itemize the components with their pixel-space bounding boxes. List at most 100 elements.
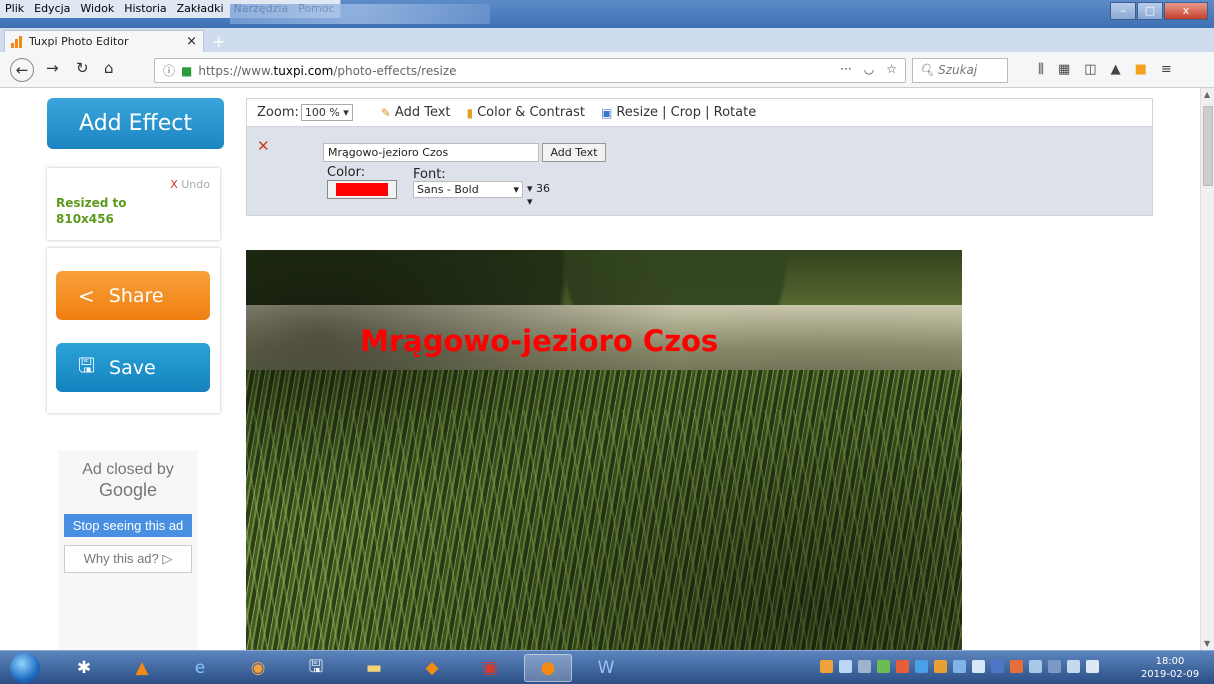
font-label: Font: [413,167,446,182]
tab-close-icon[interactable]: × [186,34,197,49]
tray-icon-4[interactable] [877,660,890,673]
start-button-icon[interactable] [10,653,40,683]
taskbar-apps: ✱ ▲ e ◉ 🖫 ▬ ◆ ▣ ● W [60,654,630,682]
menu-widok[interactable]: Widok [75,0,119,18]
tray-icon-1[interactable] [820,660,833,673]
home-icon[interactable]: ⌂ [104,59,114,77]
addon-icon[interactable]: ■ [1135,62,1147,77]
edit-toolbar: Zoom: 100 % ▾ ✎ Add Text ▮ Color & Contras… [247,99,1152,127]
reload-icon[interactable]: ↻ [76,59,89,77]
window-titlebar: Plik Edycja Widok Historia Zakładki Narz… [0,0,1214,28]
stop-seeing-ad-button[interactable]: Stop seeing this ad [64,514,192,537]
notification-icon[interactable]: ▲ [1111,62,1121,77]
tab-tuxpi[interactable]: Tuxpi Photo Editor × [4,30,204,52]
save-floppy-app-icon[interactable]: 🖫 [292,654,340,682]
photo-canvas[interactable]: Mrągowo-jezioro Czos [246,250,962,650]
system-tray [820,660,1099,673]
url-bar[interactable]: ⓘ ■ https://www. tuxpi.com/photo-effects/… [154,58,906,83]
scroll-down-icon[interactable]: ▼ [1204,639,1210,648]
menu-zakladki[interactable]: Zakładki [172,0,229,18]
save-button[interactable]: 🖫 Save [56,343,210,392]
media-player-icon[interactable]: ◉ [234,654,282,682]
photo-overlay-text[interactable]: Mrągowo-jezioro Czos [360,324,718,358]
page-scrollbar[interactable]: ▲ ▼ [1200,88,1214,650]
tray-icon-13[interactable] [1048,660,1061,673]
lock-icon[interactable]: ■ [181,64,192,78]
tray-icon-11[interactable] [1010,660,1023,673]
sidebar-icon[interactable]: ◫ [1084,62,1096,77]
acrobat-icon[interactable]: ▣ [466,654,514,682]
app-orange-icon[interactable]: ◆ [408,654,456,682]
back-icon[interactable]: ← [10,58,34,82]
add-text-button[interactable]: Add Text [542,143,606,162]
add-effect-button[interactable]: Add Effect [47,98,224,149]
menu-hamburger-icon[interactable]: ≡ [1161,62,1172,77]
tray-icon-5[interactable] [896,660,909,673]
zoom-select[interactable]: 100 % ▾ [300,104,353,121]
tray-icon-6[interactable] [915,660,928,673]
share-label: Share [108,284,164,307]
page-content: Add Effect X Undo Resized to 810x456 < S… [0,88,1214,650]
minimize-button[interactable]: – [1110,2,1136,20]
pencil-icon: ✎ [380,105,391,120]
share-button[interactable]: < Share [56,271,210,320]
tab-bar: Tuxpi Photo Editor × + [0,28,1214,52]
tray-volume-icon[interactable] [1086,660,1099,673]
bookmark-star-icon[interactable]: ☆ [886,62,897,76]
extension-icon[interactable]: ▦ [1058,62,1070,77]
zoom-value: 100 % [304,106,340,119]
internet-explorer-icon[interactable]: e [176,654,224,682]
vlc-icon[interactable]: ▲ [118,654,166,682]
undo-link[interactable]: X Undo [170,178,210,191]
scroll-up-icon[interactable]: ▲ [1204,90,1210,99]
tray-icon-14[interactable] [1067,660,1080,673]
tray-signal-icon[interactable] [839,660,852,673]
menu-plik[interactable]: Plik [0,0,29,18]
tray-icon-12[interactable] [1029,660,1042,673]
word-icon[interactable]: W [582,654,630,682]
tray-icon-7[interactable] [934,660,947,673]
resize-crop-rotate-label: Resize | Crop | Rotate [616,105,757,120]
bluetooth-icon[interactable]: ✱ [60,654,108,682]
edit-panel: Zoom: 100 % ▾ ✎ Add Text ▮ Color & Contras… [246,98,1153,216]
menu-historia[interactable]: Historia [119,0,171,18]
ad-closed-box: Ad closed by Google Stop seeing this ad … [58,450,198,650]
resize-icon: ▣ [601,105,613,120]
scroll-thumb[interactable] [1203,106,1213,186]
resize-crop-rotate-tool[interactable]: ▣ Resize | Crop | Rotate [601,105,756,120]
color-contrast-label: Color & Contrast [477,105,586,120]
font-select[interactable]: Sans - Bold ▾ [413,181,523,198]
add-text-tool[interactable]: ✎ Add Text [381,105,451,120]
browser-toolbar-icons: ⫼ ▦ ◫ ▲ ■ ≡ [1038,62,1172,77]
delete-text-icon[interactable]: ✕ [257,137,270,155]
color-contrast-tool[interactable]: ▮ Color & Contrast [467,105,586,120]
ad-closed-by: Ad closed by [82,461,174,478]
tray-icon-9[interactable] [972,660,985,673]
zoom-label: Zoom: [257,105,299,120]
firefox-icon[interactable]: ● [524,654,572,682]
menu-edycja[interactable]: Edycja [29,0,75,18]
search-input[interactable]: 🔍︎ Szukaj [912,58,1008,83]
tray-icon-10[interactable] [991,660,1004,673]
taskbar-clock[interactable]: 18:00 2019-02-09 [1135,655,1205,681]
file-explorer-icon[interactable]: ▬ [350,654,398,682]
maximize-button[interactable]: □ [1137,2,1163,20]
library-icon[interactable]: ⫼ [1038,62,1044,77]
close-window-button[interactable]: x [1164,2,1208,20]
forward-icon[interactable]: → [46,59,59,77]
windows-taskbar: ✱ ▲ e ◉ 🖫 ▬ ◆ ▣ ● W 18:00 2019-02-09 [0,650,1214,684]
page-actions-icon[interactable]: ··· [840,62,851,76]
navigation-bar: ← → ↻ ⌂ ⓘ ■ https://www. tuxpi.com/photo-… [0,52,1214,88]
tray-icon-8[interactable] [953,660,966,673]
new-tab-icon[interactable]: + [212,32,225,51]
url-prefix: https://www. [198,63,274,78]
pocket-icon[interactable]: ◡ [864,62,874,76]
info-icon[interactable]: ⓘ [163,62,175,79]
clock-time: 18:00 [1155,656,1185,667]
color-picker-button[interactable] [327,180,397,199]
tray-icon-3[interactable] [858,660,871,673]
why-this-ad-button[interactable]: Why this ad? ▷ [64,545,192,573]
action-box: < Share 🖫 Save [47,248,220,413]
overlay-text-input[interactable]: Mrągowo-jezioro Czos [323,143,539,162]
font-size-select[interactable]: ▾ 36 ▾ [525,181,559,208]
